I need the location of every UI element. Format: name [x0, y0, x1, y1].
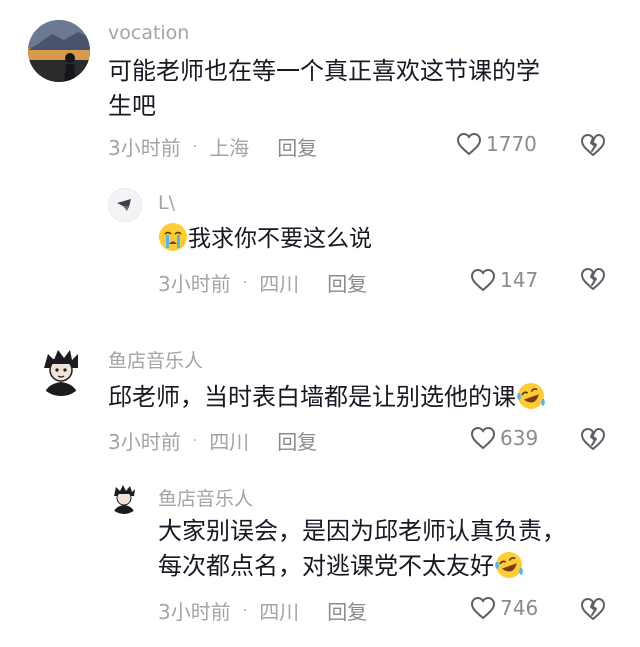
like-count: 746 — [500, 596, 539, 620]
comment-text-line: 大家别误会，是因为邱老师认真负责， — [158, 517, 566, 545]
laughing-tears-emoji — [516, 381, 546, 411]
separator-dot: · — [242, 274, 248, 291]
comment-location: 四川 — [259, 272, 300, 296]
reply-item: 鱼店音乐人 大家别误会，是因为邱老师认真负责， 每次都点名，对逃课党不太友好 3… — [0, 470, 640, 647]
avatar[interactable] — [108, 188, 142, 222]
comment-text: 大家别误会，是因为邱老师认真负责， 每次都点名，对逃课党不太友好 — [158, 514, 628, 584]
like-button[interactable]: 746 — [470, 596, 538, 620]
comment-meta: 3小时前 · 四川 回复 — [158, 596, 367, 625]
broken-heart-icon[interactable] — [580, 426, 606, 452]
like-count: 1770 — [486, 132, 537, 156]
comment-item: vocation 可能老师也在等一个真正喜欢这节课的学 生吧 3小时前 · 上海… — [0, 0, 640, 180]
comment-meta: 3小时前 · 四川 回复 — [158, 268, 367, 297]
comment-text-line: 邱老师，当时表白墙都是让别选他的课 — [108, 383, 516, 411]
comment-text-span: 每次都点名，对逃课党不太友好 — [158, 552, 494, 580]
comment-location: 四川 — [209, 430, 250, 454]
avatar[interactable] — [108, 482, 140, 514]
comment-time: 3小时前 — [108, 136, 181, 160]
separator-dot: · — [192, 432, 198, 449]
like-count: 147 — [500, 268, 539, 292]
laughing-tears-emoji — [494, 550, 524, 580]
comment-username[interactable]: 鱼店音乐人 — [158, 484, 253, 511]
separator-dot: · — [192, 138, 198, 155]
comment-text-line: 生吧 — [108, 92, 156, 120]
comment-text: 可能老师也在等一个真正喜欢这节课的学 生吧 — [108, 54, 608, 124]
comment-text-line: 每次都点名，对逃课党不太友好 — [158, 549, 628, 584]
reply-button[interactable]: 回复 — [327, 596, 367, 625]
avatar[interactable] — [36, 346, 86, 396]
comment-text-line: 可能老师也在等一个真正喜欢这节课的学 — [108, 57, 540, 85]
reply-item: L\ 我求你不要这么说 3小时前 · 四川 回复 147 — [0, 180, 640, 330]
comment-meta: 3小时前 · 四川 回复 — [108, 426, 317, 455]
like-button[interactable]: 639 — [470, 426, 538, 450]
reply-button[interactable]: 回复 — [277, 132, 317, 161]
reply-button[interactable]: 回复 — [327, 268, 367, 297]
heart-outline-icon — [470, 596, 496, 620]
comment-location: 四川 — [259, 600, 300, 624]
comment-username[interactable]: vocation — [108, 22, 189, 44]
comment-time: 3小时前 — [158, 272, 231, 296]
heart-outline-icon — [456, 132, 482, 156]
separator-dot: · — [242, 602, 248, 619]
comment-meta: 3小时前 · 上海 回复 — [108, 132, 317, 161]
crying-face-emoji — [158, 222, 188, 252]
comment-text: 我求你不要这么说 — [158, 222, 608, 256]
like-button[interactable]: 1770 — [456, 132, 537, 156]
avatar[interactable] — [28, 20, 90, 82]
comment-username[interactable]: 鱼店音乐人 — [108, 346, 203, 373]
comment-text: 邱老师，当时表白墙都是让别选他的课 — [108, 380, 608, 415]
like-count: 639 — [500, 426, 539, 450]
broken-heart-icon[interactable] — [580, 596, 606, 622]
comment-username[interactable]: L\ — [158, 192, 175, 214]
like-button[interactable]: 147 — [470, 268, 538, 292]
comment-time: 3小时前 — [108, 430, 181, 454]
broken-heart-icon[interactable] — [580, 266, 606, 292]
comment-time: 3小时前 — [158, 600, 231, 624]
comment-item: 鱼店音乐人 邱老师，当时表白墙都是让别选他的课 3小时前 · 四川 回复 639 — [0, 330, 640, 470]
comment-location: 上海 — [209, 136, 250, 160]
reply-button[interactable]: 回复 — [277, 426, 317, 455]
broken-heart-icon[interactable] — [580, 132, 606, 158]
heart-outline-icon — [470, 268, 496, 292]
heart-outline-icon — [470, 426, 496, 450]
comment-text-line: 我求你不要这么说 — [188, 226, 372, 252]
